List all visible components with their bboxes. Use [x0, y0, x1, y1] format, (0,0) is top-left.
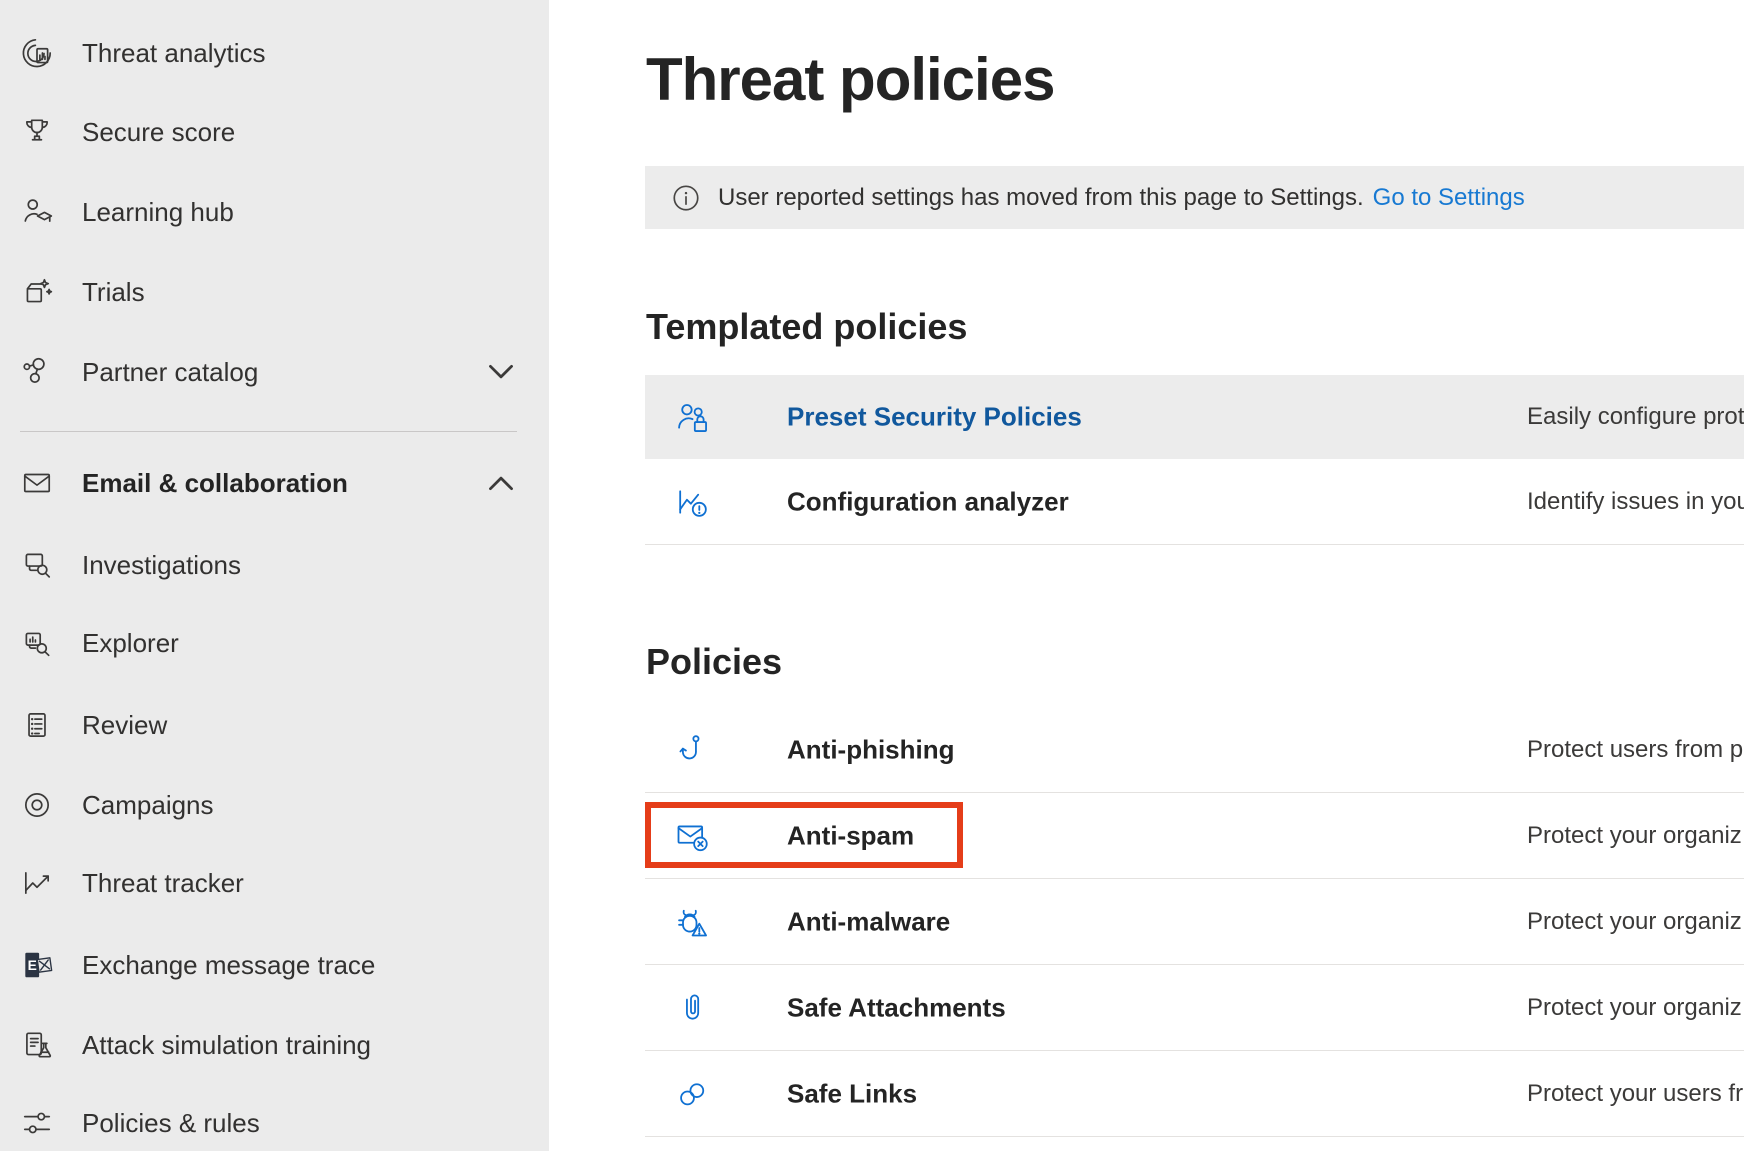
- partner-catalog-icon: [20, 355, 54, 389]
- sidebar-item-label: Threat analytics: [82, 38, 266, 69]
- sidebar-item-label: Email & collaboration: [82, 468, 348, 499]
- row-label: Configuration analyzer: [787, 486, 1069, 517]
- info-banner: User reported settings has moved from th…: [645, 166, 1744, 229]
- row-preset-security-policies[interactable]: Preset Security Policies Easily configur…: [645, 375, 1744, 459]
- sidebar-item-explorer[interactable]: Explorer: [0, 603, 549, 683]
- sidebar-item-threat-analytics[interactable]: Threat analytics: [0, 13, 549, 93]
- row-label: Anti-phishing: [787, 734, 955, 765]
- sidebar: Threat analytics Secure score Learning h…: [0, 0, 549, 1151]
- page-title: Threat policies: [646, 47, 1054, 113]
- row-description: Protect your organiz: [1527, 908, 1744, 936]
- banner-text: User reported settings has moved from th…: [718, 184, 1364, 212]
- exchange-icon: E: [20, 948, 54, 982]
- safe-links-icon: [674, 1076, 710, 1112]
- policies-rules-icon: [20, 1106, 54, 1140]
- row-description: Protect your organiz: [1527, 822, 1744, 850]
- row-description: Protect users from p: [1527, 736, 1744, 764]
- sidebar-item-investigations[interactable]: Investigations: [0, 525, 549, 605]
- row-label: Preset Security Policies: [787, 402, 1082, 433]
- row-label: Anti-malware: [787, 906, 950, 937]
- email-collaboration-icon: [20, 466, 54, 500]
- campaigns-icon: [20, 788, 54, 822]
- row-anti-phishing[interactable]: Anti-phishing Protect users from p: [645, 707, 1744, 793]
- sidebar-item-learning-hub[interactable]: Learning hub: [0, 172, 549, 252]
- row-label: Safe Attachments: [787, 992, 1006, 1023]
- sidebar-item-partner-catalog[interactable]: Partner catalog: [0, 332, 549, 412]
- anti-spam-icon: [674, 818, 710, 854]
- sidebar-item-campaigns[interactable]: Campaigns: [0, 765, 549, 845]
- row-description: Identify issues in you: [1527, 488, 1744, 516]
- row-safe-links[interactable]: Safe Links Protect your users fr: [645, 1051, 1744, 1137]
- main-content: Threat policies User reported settings h…: [549, 0, 1744, 1151]
- investigations-icon: [20, 548, 54, 582]
- row-safe-attachments[interactable]: Safe Attachments Protect your organiz: [645, 965, 1744, 1051]
- row-anti-malware[interactable]: Anti-malware Protect your organiz: [645, 879, 1744, 965]
- secure-score-icon: [20, 115, 54, 149]
- sidebar-item-threat-tracker[interactable]: Threat tracker: [0, 843, 549, 923]
- anti-phishing-icon: [674, 732, 710, 768]
- sidebar-item-label: Campaigns: [82, 790, 214, 821]
- sidebar-item-label: Trials: [82, 277, 145, 308]
- row-description: Protect your organiz: [1527, 994, 1744, 1022]
- chevron-down-icon[interactable]: [488, 364, 514, 381]
- sidebar-item-label: Threat tracker: [82, 868, 244, 899]
- row-description: Protect your users fr: [1527, 1080, 1744, 1108]
- row-description: Easily configure prot: [1527, 403, 1744, 431]
- row-configuration-analyzer[interactable]: Configuration analyzer Identify issues i…: [645, 459, 1744, 545]
- explorer-icon: [20, 626, 54, 660]
- row-label: Safe Links: [787, 1078, 917, 1109]
- sidebar-item-email-collaboration[interactable]: Email & collaboration: [0, 443, 549, 523]
- review-icon: [20, 708, 54, 742]
- threat-analytics-icon: [20, 36, 54, 70]
- trials-icon: [20, 275, 54, 309]
- sidebar-item-label: Learning hub: [82, 197, 234, 228]
- row-label: Anti-spam: [787, 820, 914, 851]
- sidebar-divider: [20, 431, 517, 432]
- configuration-analyzer-icon: [674, 484, 710, 520]
- sidebar-item-secure-score[interactable]: Secure score: [0, 92, 549, 172]
- attack-simulation-icon: [20, 1028, 54, 1062]
- sidebar-item-label: Partner catalog: [82, 357, 258, 388]
- sidebar-item-label: Explorer: [82, 628, 179, 659]
- go-to-settings-link[interactable]: Go to Settings: [1373, 184, 1525, 212]
- chevron-up-icon[interactable]: [488, 475, 514, 492]
- sidebar-item-exchange-message-trace[interactable]: E Exchange message trace: [0, 925, 549, 1005]
- section-heading-policies: Policies: [646, 644, 782, 680]
- sidebar-item-label: Policies & rules: [82, 1108, 260, 1139]
- svg-text:E: E: [28, 957, 37, 973]
- sidebar-item-label: Investigations: [82, 550, 241, 581]
- anti-malware-icon: [674, 904, 710, 940]
- learning-hub-icon: [20, 195, 54, 229]
- info-icon: [671, 183, 701, 213]
- sidebar-item-policies-rules[interactable]: Policies & rules: [0, 1083, 549, 1163]
- sidebar-item-trials[interactable]: Trials: [0, 252, 549, 332]
- sidebar-item-attack-simulation-training[interactable]: Attack simulation training: [0, 1005, 549, 1085]
- sidebar-item-label: Exchange message trace: [82, 950, 375, 981]
- safe-attachments-icon: [674, 990, 710, 1026]
- sidebar-item-label: Review: [82, 710, 167, 741]
- sidebar-item-label: Secure score: [82, 117, 235, 148]
- sidebar-item-label: Attack simulation training: [82, 1030, 371, 1061]
- threat-tracker-icon: [20, 866, 54, 900]
- preset-security-policies-icon: [674, 399, 710, 435]
- section-heading-templated-policies: Templated policies: [646, 309, 967, 345]
- sidebar-item-review[interactable]: Review: [0, 685, 549, 765]
- row-anti-spam[interactable]: Anti-spam Protect your organiz: [645, 793, 1744, 879]
